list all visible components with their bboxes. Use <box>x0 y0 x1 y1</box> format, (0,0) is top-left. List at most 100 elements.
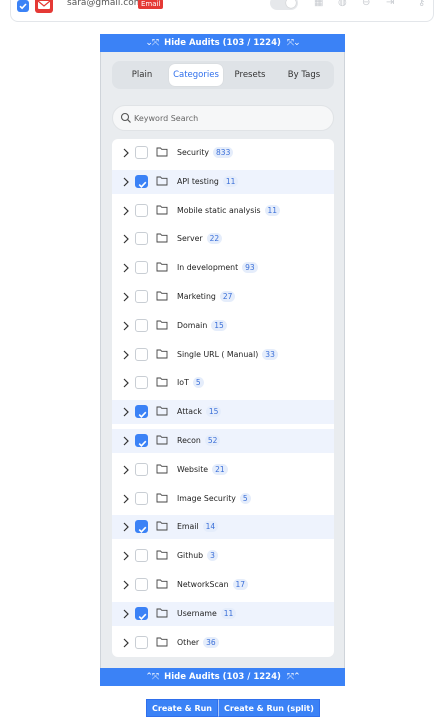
category-checkbox[interactable] <box>135 203 148 217</box>
category-count-badge: 17 <box>232 579 249 590</box>
chevron-right-icon[interactable] <box>122 233 130 245</box>
category-checkbox[interactable] <box>135 520 148 534</box>
hide-audits-bar-top[interactable]: ⌄⤧ Hide Audits (103 / 1224) ⤧⌄ <box>100 34 345 52</box>
create-run-button[interactable]: Create & Run <box>146 699 218 717</box>
category-checkbox[interactable] <box>135 347 148 361</box>
folder-icon <box>156 550 168 560</box>
category-checkbox[interactable] <box>135 290 148 303</box>
category-name-wrap: Username 11 <box>177 607 237 619</box>
category-row[interactable]: Marketing 27 <box>112 285 334 309</box>
tab-plain[interactable]: Plain <box>115 64 169 86</box>
category-checkbox[interactable] <box>135 491 148 505</box>
category-checkbox[interactable] <box>135 549 148 563</box>
category-row[interactable]: Attack 15 <box>112 400 334 425</box>
category-row[interactable]: Security 833 <box>112 141 334 165</box>
category-checkbox[interactable] <box>135 635 148 649</box>
category-row[interactable]: Email 14 <box>112 515 334 540</box>
category-row[interactable]: Single URL ( Manual) 33 <box>112 343 334 367</box>
category-count-badge: 22 <box>206 233 223 245</box>
category-checkbox[interactable] <box>135 405 148 419</box>
folder-icon <box>156 464 168 474</box>
category-row[interactable]: IoT 5 <box>112 371 334 395</box>
expand-up-icon: ⌃⤧ <box>145 672 159 682</box>
category-name: Marketing <box>177 292 216 301</box>
category-name: Username <box>177 608 217 618</box>
category-row[interactable]: Github 3 <box>112 544 334 568</box>
category-checkbox[interactable] <box>135 578 148 591</box>
category-row[interactable]: Server 22 <box>112 227 334 251</box>
folder-icon <box>156 608 168 618</box>
chevron-right-icon[interactable] <box>122 464 130 476</box>
target-checkbox[interactable] <box>17 0 29 12</box>
category-row[interactable]: NetworkScan 17 <box>112 573 334 597</box>
chevron-right-icon[interactable] <box>122 435 130 447</box>
category-checkbox[interactable] <box>135 232 148 246</box>
minus-icon[interactable]: ⊖ <box>362 0 372 8</box>
category-row[interactable]: Username 11 <box>112 601 334 626</box>
chevron-right-icon[interactable] <box>122 493 130 505</box>
category-checkbox[interactable] <box>135 434 148 447</box>
chevron-right-icon[interactable] <box>122 205 130 217</box>
category-name-wrap: API testing 11 <box>177 175 239 187</box>
category-row[interactable]: API testing 11 <box>112 169 334 194</box>
key-icon[interactable]: ⚷ <box>418 0 428 8</box>
category-row[interactable]: Domain 15 <box>112 314 334 338</box>
hide-audits-label-bottom: Hide Audits (103 / 1224) <box>164 672 281 682</box>
category-name-wrap: Attack 15 <box>177 406 222 418</box>
category-checkbox[interactable] <box>135 376 148 390</box>
chevron-right-icon[interactable] <box>122 550 130 562</box>
category-checkbox[interactable] <box>135 261 148 275</box>
chevron-right-icon[interactable] <box>122 349 130 361</box>
category-name: Security <box>177 148 210 157</box>
search-input[interactable] <box>134 109 324 127</box>
category-row[interactable]: Recon 52 <box>112 429 334 453</box>
chevron-right-icon[interactable] <box>122 320 130 332</box>
tab-presets[interactable]: Presets <box>223 64 277 86</box>
category-name: Single URL ( Manual) <box>177 349 259 359</box>
folder-icon <box>156 233 168 243</box>
tab-by-tags[interactable]: By Tags <box>277 64 331 86</box>
folder-icon <box>156 320 168 330</box>
category-checkbox[interactable] <box>135 174 148 188</box>
category-row[interactable]: Mobile static analysis 11 <box>112 199 334 223</box>
chevron-right-icon[interactable] <box>122 521 130 533</box>
chevron-right-icon[interactable] <box>122 262 130 274</box>
tab-categories[interactable]: Categories <box>169 64 223 86</box>
category-name: Other <box>177 637 200 647</box>
category-count-badge: 27 <box>219 291 236 302</box>
category-checkbox[interactable] <box>135 146 148 159</box>
category-row[interactable]: Website 21 <box>112 458 334 482</box>
chevron-right-icon[interactable] <box>122 147 130 159</box>
settings-icon[interactable]: ◍ <box>338 0 348 8</box>
chevron-right-icon[interactable] <box>122 406 130 418</box>
category-name: Github <box>177 551 204 561</box>
chevron-right-icon[interactable] <box>122 291 130 303</box>
category-checkbox[interactable] <box>135 462 148 476</box>
category-name-wrap: Single URL ( Manual) 33 <box>177 348 278 360</box>
login-icon[interactable]: ⇥ <box>386 0 396 8</box>
create-run-split-button[interactable]: Create & Run (split) <box>218 699 320 717</box>
chevron-right-icon[interactable] <box>122 637 130 649</box>
category-checkbox[interactable] <box>135 318 148 332</box>
hide-audits-bar-bottom[interactable]: ⌃⤧ Hide Audits (103 / 1224) ⤧⌃ <box>100 668 345 686</box>
folder-icon <box>156 176 168 186</box>
category-row[interactable]: In development 93 <box>112 256 334 280</box>
view-tabs: Plain Categories Presets By Tags <box>112 61 334 89</box>
category-name: Recon <box>177 436 201 445</box>
category-row[interactable]: Image Security 5 <box>112 487 334 511</box>
category-count-badge: 15 <box>211 319 227 331</box>
search-icon <box>120 112 131 123</box>
chevron-right-icon[interactable] <box>122 377 130 389</box>
chevron-right-icon[interactable] <box>122 608 130 620</box>
category-name: API testing <box>177 176 219 186</box>
category-checkbox[interactable] <box>135 606 148 620</box>
category-name: Image Security <box>177 493 236 503</box>
category-count-badge: 15 <box>205 406 222 418</box>
grid-icon[interactable]: ▦ <box>314 0 324 8</box>
category-name-wrap: Other 36 <box>177 636 219 648</box>
collapse-icon: ⌄⤧ <box>145 38 159 48</box>
chevron-right-icon[interactable] <box>122 176 130 188</box>
category-row[interactable]: Other 36 <box>112 631 334 655</box>
target-toggle[interactable] <box>270 0 298 10</box>
chevron-right-icon[interactable] <box>122 579 130 591</box>
